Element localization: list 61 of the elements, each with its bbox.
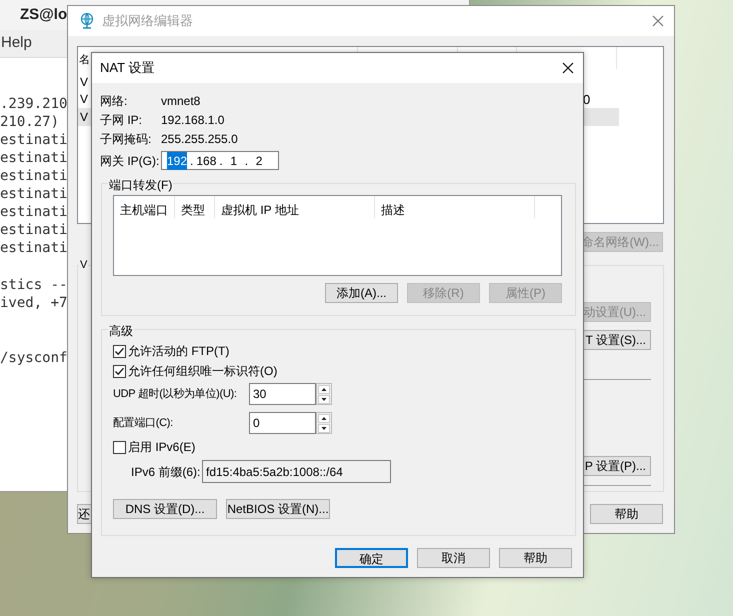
- terminal-line: estinati: [0, 185, 68, 203]
- help-button[interactable]: 帮助: [590, 504, 663, 524]
- terminal-line: stics --: [0, 276, 68, 294]
- field-label: 配置端口(C):: [113, 416, 174, 431]
- gateway-ip-field[interactable]: 192 . 168 . 1 . 2: [161, 151, 279, 170]
- spin-buttons[interactable]: [316, 383, 332, 405]
- globe-icon: [80, 13, 94, 29]
- field-label: UDP 超时(以秒为单位)(U):: [113, 386, 238, 402]
- dialog-title: NAT 设置: [100, 59, 154, 78]
- ip-octet[interactable]: 192: [167, 152, 188, 170]
- dns-settings-button[interactable]: DNS 设置(D)...: [113, 499, 217, 519]
- ip-separator: .: [189, 152, 194, 170]
- checkbox[interactable]: [113, 440, 126, 454]
- field-label: IPv6 前缀(6):: [130, 464, 202, 480]
- column-header[interactable]: 描述: [375, 196, 535, 218]
- column-header[interactable]: 主机端口: [114, 196, 175, 218]
- help-button[interactable]: 帮助: [499, 548, 572, 568]
- checkbox-label[interactable]: 允许活动的 FTP(T): [128, 342, 230, 360]
- checkbox-label[interactable]: 启用 IPv6(E): [128, 438, 196, 456]
- info-value: vmnet8: [161, 92, 200, 110]
- checkbox[interactable]: [113, 344, 126, 358]
- row-name: V: [80, 91, 88, 108]
- close-icon[interactable]: [562, 62, 574, 74]
- column-header[interactable]: 虚拟机 IP 地址: [215, 196, 375, 218]
- info-label: 子网 IP:: [100, 112, 144, 128]
- terminal-line: /sysconf: [0, 349, 68, 367]
- terminal-line: estinati: [0, 221, 68, 239]
- terminal-line: 210.27): [0, 113, 60, 131]
- add-button[interactable]: 添加(A)...: [325, 283, 398, 303]
- checkbox-label[interactable]: 允许任何组织唯一标识符(O): [128, 362, 278, 380]
- group-label: 端口转发(F): [108, 176, 174, 194]
- ip-octet[interactable]: 1: [226, 152, 242, 170]
- row-name: V: [80, 108, 88, 126]
- ok-button[interactable]: 确定: [335, 548, 408, 568]
- terminal-line: estinati: [0, 149, 68, 167]
- terminal-line: estinati: [0, 203, 68, 221]
- number-field[interactable]: 30: [249, 383, 316, 405]
- ip-separator: .: [218, 152, 224, 170]
- info-label: 网络:: [100, 92, 128, 110]
- info-value: 192.168.1.0: [161, 112, 224, 128]
- row-name: V: [80, 74, 88, 91]
- menu-item[interactable]: Help: [0, 32, 32, 55]
- cancel-button[interactable]: 取消: [417, 548, 490, 568]
- netbios-settings-button[interactable]: NetBIOS 设置(N)...: [226, 499, 330, 519]
- info-label: 子网掩码:: [100, 130, 152, 148]
- terminal-line: ived, +7: [0, 294, 68, 312]
- window-title: 虚拟网络编辑器: [102, 12, 193, 30]
- column-header[interactable]: 类型: [175, 196, 215, 218]
- terminal-line: estinati: [0, 167, 68, 185]
- checkbox[interactable]: [113, 364, 126, 378]
- terminal-line: estinati: [0, 131, 68, 149]
- terminal-line: .239.210: [0, 95, 68, 113]
- terminal-line: estinati: [0, 239, 68, 257]
- window-title: ZS@lo: [20, 4, 68, 25]
- ip-separator: .: [244, 152, 250, 170]
- spin-buttons[interactable]: [316, 412, 332, 434]
- gateway-label: 网关 IP(G):: [100, 152, 160, 170]
- info-value: 255.255.255.0: [161, 130, 238, 148]
- ip-octet[interactable]: 2: [251, 152, 268, 170]
- ip-octet[interactable]: 168: [196, 152, 216, 170]
- number-field[interactable]: 0: [249, 412, 316, 434]
